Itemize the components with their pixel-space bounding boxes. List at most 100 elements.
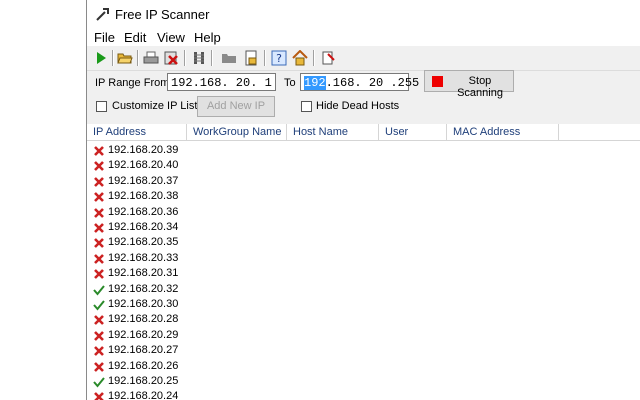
toolbar-separator <box>313 50 315 66</box>
menu-file[interactable]: File <box>94 30 115 45</box>
toolbar: ? <box>87 46 640 71</box>
check-icon <box>93 284 105 296</box>
cross-icon <box>94 238 104 249</box>
cross-icon <box>94 361 104 372</box>
col-host-name[interactable]: Host Name <box>287 124 379 140</box>
cross-icon <box>94 207 104 218</box>
cross-icon <box>94 192 104 203</box>
ip-address-cell: 192.168.20.31 <box>108 267 179 280</box>
toolbar-separator <box>264 50 266 66</box>
col-mac-address[interactable]: MAC Address <box>447 124 559 140</box>
export-icon[interactable] <box>243 50 259 66</box>
window-title: Free IP Scanner <box>115 7 210 22</box>
cross-icon <box>94 315 104 326</box>
ip-to-rest: .168. 20 .255 <box>325 76 420 90</box>
ip-address-cell: 192.168.20.32 <box>108 282 179 295</box>
app-window: Free IP Scanner File Edit View Help ? IP… <box>86 0 640 400</box>
app-icon <box>96 8 109 21</box>
toolbar-separator <box>184 50 186 66</box>
table-header: IP Address WorkGroup Name Host Name User… <box>87 124 640 141</box>
table-row[interactable]: 192.168.20.25 <box>87 374 287 389</box>
table-row[interactable]: 192.168.20.28 <box>87 312 287 327</box>
toolbar-separator <box>137 50 139 66</box>
ip-address-cell: 192.168.20.34 <box>108 221 179 233</box>
table-row[interactable]: 192.168.20.34 <box>87 220 287 235</box>
ip-address-cell: 192.168.20.28 <box>108 313 179 326</box>
ip-address-cell: 192.168.20.26 <box>108 359 179 372</box>
table-row[interactable]: 192.168.20.33 <box>87 251 287 266</box>
check-icon <box>93 377 105 388</box>
customize-ip-list-label: Customize IP List <box>112 100 198 112</box>
ip-address-cell: 192.168.20.25 <box>108 375 179 387</box>
table-row[interactable]: 192.168.20.38 <box>87 189 287 204</box>
home-icon[interactable] <box>292 50 308 66</box>
ip-address-cell: 192.168.20.40 <box>108 159 179 172</box>
table-row[interactable]: 192.168.20.32 <box>87 282 287 297</box>
menu-edit[interactable]: Edit <box>124 30 146 45</box>
toolbar-separator <box>211 50 213 66</box>
cross-icon <box>94 223 104 233</box>
help-icon[interactable]: ? <box>271 50 287 66</box>
clear-icon[interactable] <box>163 50 179 66</box>
stop-scanning-label: Stop Scanning <box>457 75 503 99</box>
table-row[interactable]: 192.168.20.27 <box>87 343 287 358</box>
cross-icon <box>94 146 104 156</box>
cross-icon <box>94 161 104 172</box>
menu-view[interactable]: View <box>157 30 185 45</box>
options-icon[interactable] <box>320 50 336 66</box>
check-icon <box>93 300 105 311</box>
cross-icon <box>94 176 104 187</box>
svg-text:?: ? <box>276 52 282 65</box>
col-user[interactable]: User <box>379 124 447 140</box>
ip-from-input[interactable]: 192.168. 20. 1 <box>167 73 276 91</box>
cross-icon <box>94 392 104 400</box>
open-folder-icon[interactable] <box>117 50 133 66</box>
menu-bar: File Edit View Help <box>87 28 640 46</box>
ip-address-cell: 192.168.20.37 <box>108 174 179 187</box>
resolve-icon[interactable] <box>191 50 207 66</box>
results-table: IP Address WorkGroup Name Host Name User… <box>87 124 640 400</box>
cross-icon <box>94 269 104 280</box>
cross-icon <box>94 253 104 264</box>
ip-address-cell: 192.168.20.27 <box>108 344 179 357</box>
folder-icon[interactable] <box>221 50 237 66</box>
ip-address-cell: 192.168.20.39 <box>108 144 179 156</box>
add-new-ip-button[interactable]: Add New IP <box>197 96 275 117</box>
table-row[interactable]: 192.168.20.35 <box>87 235 287 250</box>
play-icon[interactable] <box>93 50 109 66</box>
table-row[interactable]: 192.168.20.29 <box>87 328 287 343</box>
stop-icon <box>432 76 443 87</box>
ip-address-cell: 192.168.20.30 <box>108 298 179 310</box>
toolbar-separator <box>112 50 114 66</box>
ip-to-input[interactable]: 192.168. 20 .255 <box>300 73 419 91</box>
table-row[interactable]: 192.168.20.30 <box>87 297 287 312</box>
col-workgroup-name[interactable]: WorkGroup Name <box>187 124 287 140</box>
ip-address-cell: 192.168.20.33 <box>108 251 179 264</box>
stop-scanning-button[interactable]: Stop Scanning <box>424 70 514 99</box>
title-bar: Free IP Scanner <box>87 0 640 28</box>
hide-dead-hosts-label: Hide Dead Hosts <box>316 100 400 112</box>
col-ip-address[interactable]: IP Address <box>87 124 187 140</box>
customize-ip-list-checkbox[interactable] <box>96 101 107 112</box>
ip-address-cell: 192.168.20.36 <box>108 205 179 218</box>
col-extra[interactable] <box>559 124 640 140</box>
table-row[interactable]: 192.168.20.40 <box>87 158 287 173</box>
table-row[interactable]: 192.168.20.39 <box>87 143 287 158</box>
table-row[interactable]: 192.168.20.36 <box>87 205 287 220</box>
to-label: To <box>284 77 296 89</box>
ip-range-from-label: IP Range From <box>95 77 170 89</box>
cross-icon <box>94 346 104 357</box>
menu-help[interactable]: Help <box>194 30 221 45</box>
cross-icon <box>94 330 104 341</box>
table-row[interactable]: 192.168.20.24 <box>87 389 287 400</box>
ip-to-selected-octet: 192 <box>304 76 326 90</box>
table-row[interactable]: 192.168.20.37 <box>87 174 287 189</box>
ip-address-cell: 192.168.20.24 <box>108 390 179 400</box>
table-row[interactable]: 192.168.20.26 <box>87 359 287 374</box>
ip-address-cell: 192.168.20.35 <box>108 236 179 249</box>
ip-address-cell: 192.168.20.38 <box>108 190 179 203</box>
table-row[interactable]: 192.168.20.31 <box>87 266 287 281</box>
ip-address-cell: 192.168.20.29 <box>108 328 179 341</box>
print-icon[interactable] <box>143 50 159 66</box>
hide-dead-hosts-checkbox[interactable] <box>301 101 312 112</box>
